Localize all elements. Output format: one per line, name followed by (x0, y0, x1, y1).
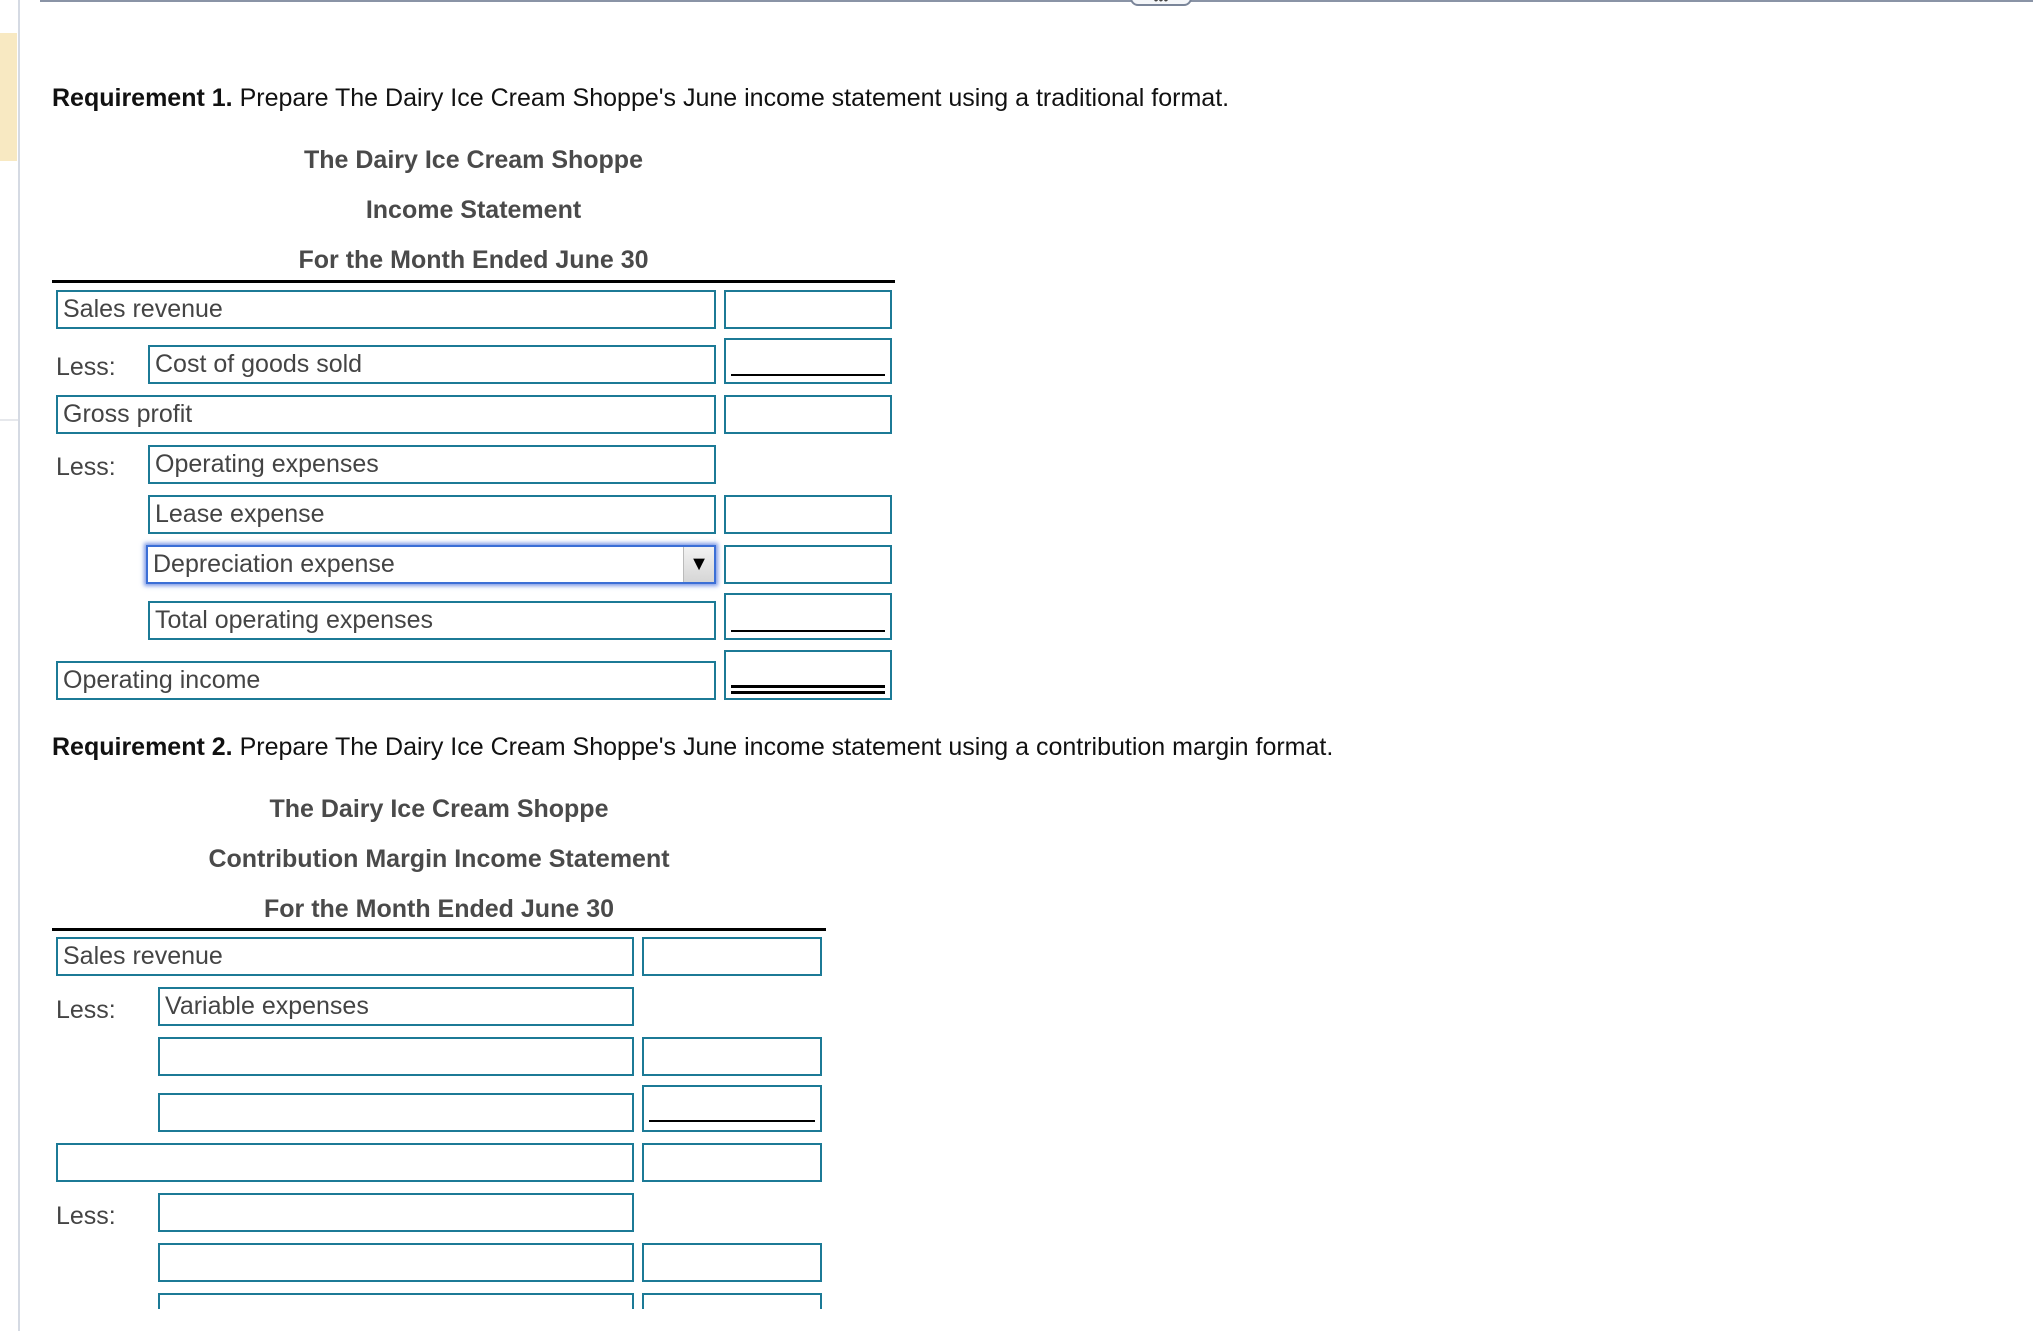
dropdown-selected-value: Depreciation expense (153, 550, 395, 578)
left-tab[interactable] (0, 33, 17, 161)
sales-revenue-amount-input[interactable] (724, 290, 892, 329)
total-operating-expenses-amount-input[interactable] (724, 593, 892, 640)
lease-expense-amount-input[interactable] (724, 495, 892, 534)
single-underline (649, 1120, 815, 1122)
left-rail-overlay (18, 0, 20, 1331)
expand-handle-button[interactable]: ••• (1130, 0, 1192, 7)
single-underline (731, 374, 885, 376)
dropdown-arrow-icon[interactable]: ▼ (683, 547, 714, 582)
less-label: Less: (56, 1202, 116, 1230)
operating-income-label-field[interactable]: Operating income (56, 661, 716, 700)
requirement-1-text: Prepare The Dairy Ice Cream Shoppe's Jun… (239, 84, 1230, 112)
requirement-2-text: Prepare The Dairy Ice Cream Shoppe's Jun… (239, 733, 1334, 761)
cm-row7-label-field[interactable] (158, 1243, 634, 1282)
double-underline-top (731, 685, 885, 688)
gross-profit-amount-input[interactable] (724, 395, 892, 434)
top-border (40, 0, 2033, 2)
less-label: Less: (56, 453, 116, 481)
statement1-company: The Dairy Ice Cream Shoppe (303, 146, 643, 174)
cm-row3-label-field[interactable] (158, 1037, 634, 1076)
less-label: Less: (56, 996, 116, 1024)
statement2-period: For the Month Ended June 30 (263, 895, 614, 923)
statement2-header-rule (52, 928, 826, 931)
lease-expense-label-field[interactable]: Lease expense (148, 495, 716, 534)
cm-row6-label-field[interactable] (158, 1193, 634, 1232)
statement2-company: The Dairy Ice Cream Shoppe (269, 795, 609, 823)
cm-row5-amount-input[interactable] (642, 1143, 822, 1182)
requirement-2-label: Requirement 2. (52, 733, 233, 761)
less-label: Less: (56, 353, 116, 381)
left-divider (0, 419, 18, 421)
cm-sales-revenue-label-field[interactable]: Sales revenue (56, 937, 634, 976)
cm-row4-amount-input[interactable] (642, 1085, 822, 1132)
cm-row4-label-field[interactable] (158, 1093, 634, 1132)
gross-profit-label-field[interactable]: Gross profit (56, 395, 716, 434)
operating-expenses-label-field[interactable]: Operating expenses (148, 445, 716, 484)
cm-row5-label-field[interactable] (56, 1143, 634, 1182)
cm-row3-amount-input[interactable] (642, 1037, 822, 1076)
variable-expenses-label-field[interactable]: Variable expenses (158, 987, 634, 1026)
statement2-title: Contribution Margin Income Statement (208, 845, 670, 873)
depreciation-expense-dropdown[interactable]: Depreciation expense ▼ (146, 545, 716, 584)
cost-of-goods-sold-label-field[interactable]: Cost of goods sold (148, 345, 716, 384)
cm-sales-revenue-amount-input[interactable] (642, 937, 822, 976)
statement1-title: Income Statement (365, 196, 582, 224)
viewport-clip (0, 1309, 2033, 1339)
single-underline (731, 630, 885, 632)
sales-revenue-label-field[interactable]: Sales revenue (56, 290, 716, 329)
cost-of-goods-sold-amount-input[interactable] (724, 338, 892, 384)
statement1-period: For the Month Ended June 30 (298, 246, 649, 274)
requirement-1-instruction: Requirement 1. Prepare The Dairy Ice Cre… (52, 84, 1229, 113)
more-dots-icon: ••• (1154, 0, 1169, 7)
depreciation-expense-amount-input[interactable] (724, 545, 892, 584)
requirement-1-label: Requirement 1. (52, 84, 233, 112)
double-underline-bottom (731, 691, 885, 694)
cm-row7-amount-input[interactable] (642, 1243, 822, 1282)
statement1-header-rule (52, 280, 895, 283)
operating-income-amount-input[interactable] (724, 650, 892, 700)
total-operating-expenses-label-field[interactable]: Total operating expenses (148, 601, 716, 640)
requirement-2-instruction: Requirement 2. Prepare The Dairy Ice Cre… (52, 733, 1333, 762)
